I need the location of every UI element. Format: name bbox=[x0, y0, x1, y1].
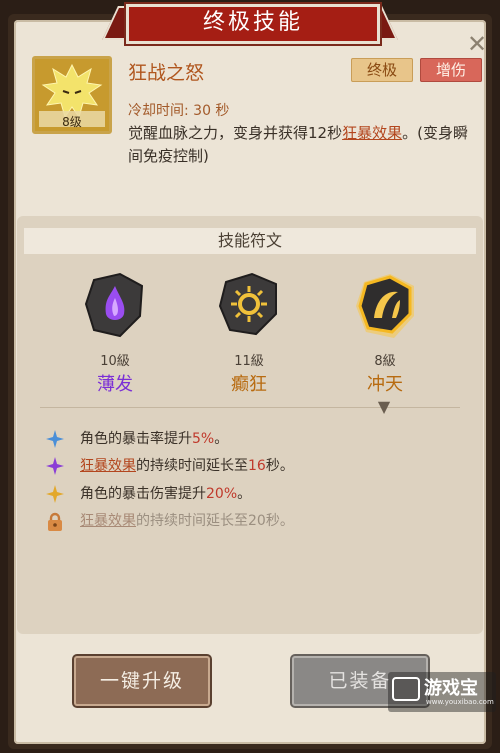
rune-item-bofa[interactable]: 10級 薄发 bbox=[70, 270, 160, 398]
rune-item-dian-kuang[interactable]: 11級 癫狂 bbox=[204, 270, 294, 398]
sun-rune-icon bbox=[218, 272, 277, 336]
skill-icon: 8级 bbox=[32, 56, 112, 134]
gamepad-logo-icon bbox=[392, 677, 420, 701]
cooldown-text: 冷却时间: 30 秒 bbox=[128, 103, 230, 119]
rune-level: 11級 bbox=[234, 354, 264, 369]
effect-text: 角色的暴击伤害提升 bbox=[80, 486, 206, 502]
rune-name: 癫狂 bbox=[231, 374, 267, 395]
skill-name: 狂战之怒 bbox=[128, 62, 205, 84]
dialog-title: 终极技能 bbox=[202, 10, 303, 35]
watermark: 游戏宝 www.youxibao.com bbox=[388, 672, 496, 712]
effect-text: 的持续时间延长至 bbox=[136, 458, 248, 474]
effect-value: 16 bbox=[248, 458, 266, 474]
watermark-url: www.youxibao.com bbox=[426, 698, 494, 706]
selected-rune-pointer-icon: ▼ bbox=[377, 397, 391, 416]
berserk-effect-link[interactable]: 狂暴效果 bbox=[80, 513, 136, 529]
skill-description: 觉醒血脉之力，变身并获得12秒狂暴效果。(变身瞬间免疫控制) bbox=[128, 122, 478, 168]
effect-item-2: 狂暴效果的持续时间延长至16秒。 bbox=[46, 454, 466, 478]
effect-value: 20 bbox=[248, 513, 266, 529]
effect-item-locked: 狂暴效果的持续时间延长至20秒。 bbox=[46, 509, 466, 533]
rune-section-title: 技能符文 bbox=[24, 228, 476, 254]
gold-star-icon bbox=[46, 485, 64, 503]
title-banner: 终极技能 bbox=[102, 0, 398, 44]
berserk-effect-link[interactable]: 狂暴效果 bbox=[342, 124, 402, 142]
skill-level: 8级 bbox=[62, 115, 82, 129]
effect-end: 。 bbox=[237, 486, 252, 502]
rune-name: 薄发 bbox=[97, 374, 133, 395]
effect-end: 。 bbox=[214, 431, 229, 447]
rune-divider bbox=[40, 407, 460, 408]
slash-rune-icon bbox=[356, 274, 414, 338]
effect-text: 的持续时间延长至 bbox=[136, 513, 248, 529]
rune-item-chong-tian[interactable]: 8級 冲天 bbox=[340, 270, 430, 398]
upgrade-all-button[interactable]: 一键升级 bbox=[74, 656, 210, 706]
effect-end: 秒。 bbox=[265, 513, 294, 529]
rune-level: 10級 bbox=[100, 354, 130, 369]
tag-damage-boost: 增伤 bbox=[420, 58, 482, 82]
desc-text: 觉醒血脉之力，变身并获得12秒 bbox=[128, 124, 343, 142]
effect-value: 20% bbox=[206, 486, 238, 502]
tag-ultimate: 终极 bbox=[351, 58, 413, 82]
watermark-name: 游戏宝 bbox=[424, 678, 478, 699]
blue-star-icon bbox=[46, 430, 64, 448]
effect-end: 秒。 bbox=[265, 458, 294, 474]
purple-flame-rune-icon bbox=[84, 272, 144, 338]
close-icon[interactable]: ✕ bbox=[466, 32, 488, 56]
berserk-effect-link[interactable]: 狂暴效果 bbox=[80, 458, 136, 474]
effect-value: 5% bbox=[192, 431, 215, 447]
purple-star-icon bbox=[46, 457, 64, 475]
effect-text: 角色的暴击率提升 bbox=[80, 431, 192, 447]
effect-item-1: 角色的暴击率提升5%。 bbox=[46, 427, 466, 451]
rune-name: 冲天 bbox=[367, 374, 403, 395]
rune-level: 8級 bbox=[374, 354, 396, 369]
effect-item-3: 角色的暴击伤害提升20%。 bbox=[46, 482, 466, 506]
lock-icon bbox=[48, 512, 62, 531]
